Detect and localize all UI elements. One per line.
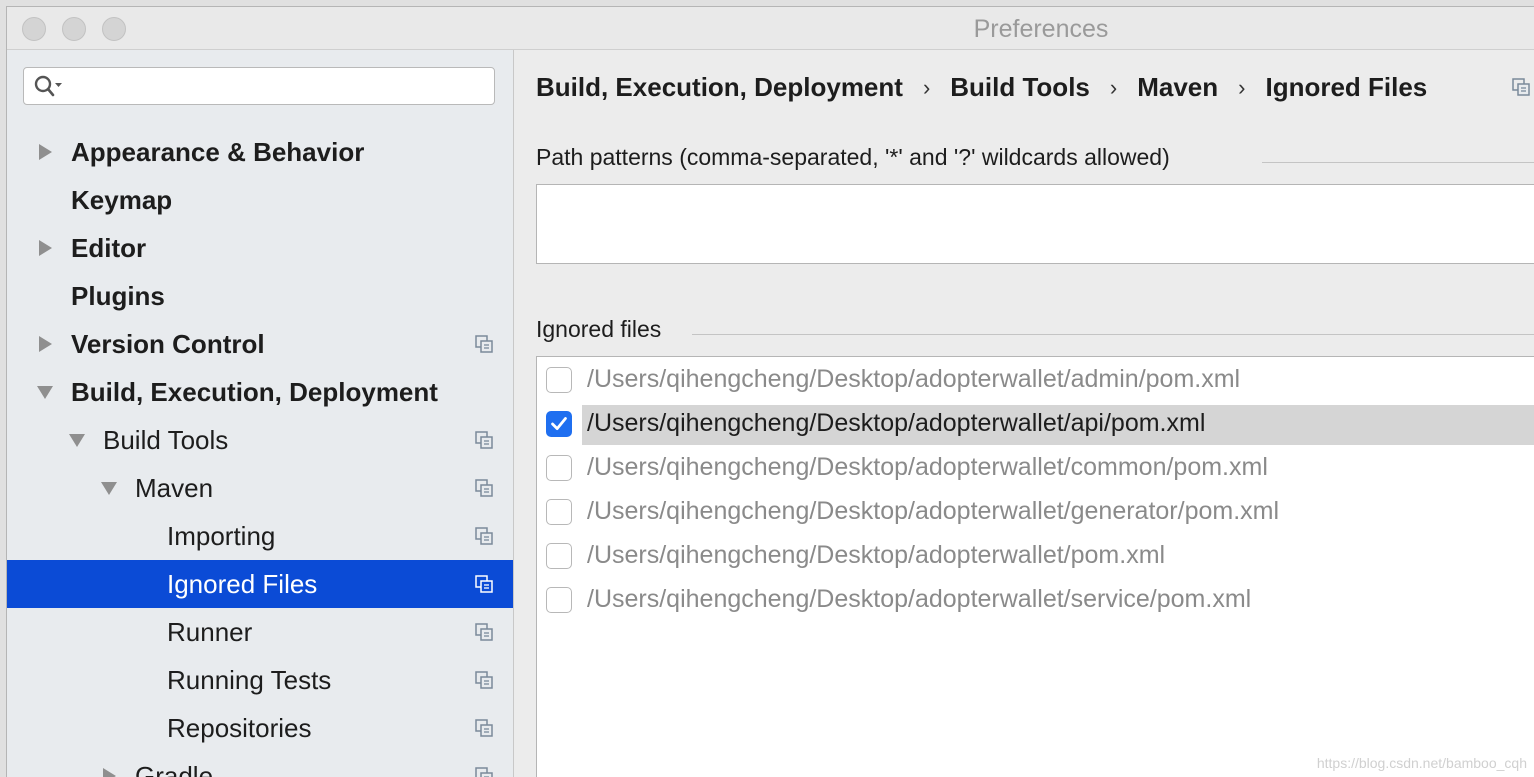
sidebar-item-label: Version Control	[71, 329, 265, 359]
project-scope-icon	[475, 671, 493, 689]
project-scope-icon	[475, 431, 493, 449]
preferences-window: Preferences Appearance & Behavior Keymap E…	[6, 6, 1534, 777]
sidebar-item-gradle[interactable]: Gradle	[7, 752, 513, 777]
chevron-right-icon[interactable]	[36, 143, 54, 161]
file-path: /Users/qihengcheng/Desktop/adopterwallet…	[587, 453, 1268, 481]
breadcrumb-item[interactable]: Build Tools	[950, 72, 1090, 103]
breadcrumb-item[interactable]: Maven	[1137, 72, 1218, 103]
ignored-file-row[interactable]: /Users/qihengcheng/Desktop/adopterwallet…	[537, 537, 1534, 577]
file-path: /Users/qihengcheng/Desktop/adopterwallet…	[587, 497, 1280, 525]
ignore-checkbox[interactable]	[546, 411, 572, 437]
sidebar-item-label: Build Tools	[103, 425, 229, 455]
sidebar-item-version-control[interactable]: Version Control	[7, 320, 513, 368]
sidebar-item-label: Runner	[167, 617, 253, 647]
ignore-checkbox[interactable]	[546, 543, 572, 569]
file-path: /Users/qihengcheng/Desktop/adopterwallet…	[587, 585, 1252, 613]
sidebar-item-importing[interactable]: Importing	[7, 512, 513, 560]
file-path: /Users/qihengcheng/Desktop/adopterwallet…	[587, 409, 1206, 437]
sidebar-item-keymap[interactable]: Keymap	[7, 176, 513, 224]
project-scope-icon	[1512, 78, 1530, 96]
ignored-file-row[interactable]: /Users/qihengcheng/Desktop/adopterwallet…	[537, 361, 1534, 401]
file-path: /Users/qihengcheng/Desktop/adopterwallet…	[587, 365, 1241, 393]
chevron-right-icon[interactable]	[36, 335, 54, 353]
ignored-file-row[interactable]: /Users/qihengcheng/Desktop/adopterwallet…	[537, 449, 1534, 489]
ignored-file-row[interactable]: /Users/qihengcheng/Desktop/adopterwallet…	[537, 581, 1534, 621]
project-scope-icon	[475, 575, 493, 593]
project-scope-icon	[475, 335, 493, 353]
ignored-files-list: /Users/qihengcheng/Desktop/adopterwallet…	[536, 356, 1534, 777]
title-bar: Preferences	[7, 7, 1534, 50]
breadcrumb-separator: ›	[922, 74, 931, 100]
ignore-checkbox[interactable]	[546, 367, 572, 393]
sidebar-item-build-execution-deployment[interactable]: Build, Execution, Deployment	[7, 368, 513, 416]
sidebar-item-label: Maven	[135, 473, 214, 503]
project-scope-icon	[475, 623, 493, 641]
sidebar-item-appearance-behavior[interactable]: Appearance & Behavior	[7, 128, 513, 176]
chevron-right-icon[interactable]	[36, 239, 54, 257]
window-title: Preferences	[973, 15, 1109, 43]
sidebar-item-running-tests[interactable]: Running Tests	[7, 656, 513, 704]
sidebar-item-repositories[interactable]: Repositories	[7, 704, 513, 752]
sidebar-item-label: Build, Execution, Deployment	[71, 377, 438, 407]
separator-line	[692, 334, 1534, 335]
ignore-checkbox[interactable]	[546, 587, 572, 613]
chevron-down-icon[interactable]	[36, 383, 54, 401]
breadcrumb-item[interactable]: Ignored Files	[1265, 72, 1427, 103]
path-patterns-label: Path patterns (comma-separated, '*' and …	[536, 144, 1170, 170]
project-scope-icon	[475, 719, 493, 737]
ignored-file-row[interactable]: /Users/qihengcheng/Desktop/adopterwallet…	[537, 493, 1534, 533]
ignored-files-label: Ignored files	[536, 316, 662, 342]
chevron-down-icon[interactable]	[68, 431, 86, 449]
sidebar-item-label: Gradle	[135, 761, 214, 777]
sidebar-item-runner[interactable]: Runner	[7, 608, 513, 656]
sidebar-item-label: Importing	[167, 521, 276, 551]
sidebar-item-maven[interactable]: Maven	[7, 464, 513, 512]
breadcrumb-separator: ›	[1109, 74, 1118, 100]
separator-line	[1262, 162, 1534, 163]
sidebar-item-label: Running Tests	[167, 665, 332, 695]
search-input[interactable]	[23, 67, 495, 105]
ignored-file-row[interactable]: /Users/qihengcheng/Desktop/adopterwallet…	[537, 405, 1534, 445]
sidebar-item-label: Ignored Files	[167, 569, 318, 599]
ignore-checkbox[interactable]	[546, 455, 572, 481]
breadcrumb-separator: ›	[1238, 74, 1246, 100]
breadcrumb-item[interactable]: Build, Execution, Deployment	[536, 72, 903, 103]
watermark: https://blog.csdn.net/bamboo_cqh	[1316, 755, 1527, 771]
sidebar-item-label: Plugins	[71, 281, 165, 311]
sidebar-item-label: Editor	[71, 233, 147, 263]
sidebar-item-build-tools[interactable]: Build Tools	[7, 416, 513, 464]
checkmark-icon	[551, 417, 567, 430]
project-scope-icon	[475, 527, 493, 545]
sidebar-item-label: Appearance & Behavior	[71, 137, 365, 167]
sidebar-item-label: Repositories	[167, 713, 312, 743]
sidebar-item-ignored-files[interactable]: Ignored Files	[7, 560, 513, 608]
settings-sidebar: Appearance & Behavior Keymap Editor Plugins…	[7, 50, 514, 777]
sidebar-item-editor[interactable]: Editor	[7, 224, 513, 272]
project-scope-icon	[475, 479, 493, 497]
path-patterns-textarea[interactable]	[536, 184, 1534, 264]
breadcrumb: Build, Execution, Deployment › Build Tools…	[536, 72, 1427, 103]
settings-content: Build, Execution, Deployment › Build Tools…	[514, 50, 1534, 777]
file-path: /Users/qihengcheng/Desktop/adopterwallet…	[587, 541, 1166, 569]
chevron-down-icon[interactable]	[100, 479, 118, 497]
sidebar-item-label: Keymap	[71, 185, 173, 215]
search-icon[interactable]	[33, 74, 63, 98]
ignore-checkbox[interactable]	[546, 499, 572, 525]
sidebar-item-plugins[interactable]: Plugins	[7, 272, 513, 320]
